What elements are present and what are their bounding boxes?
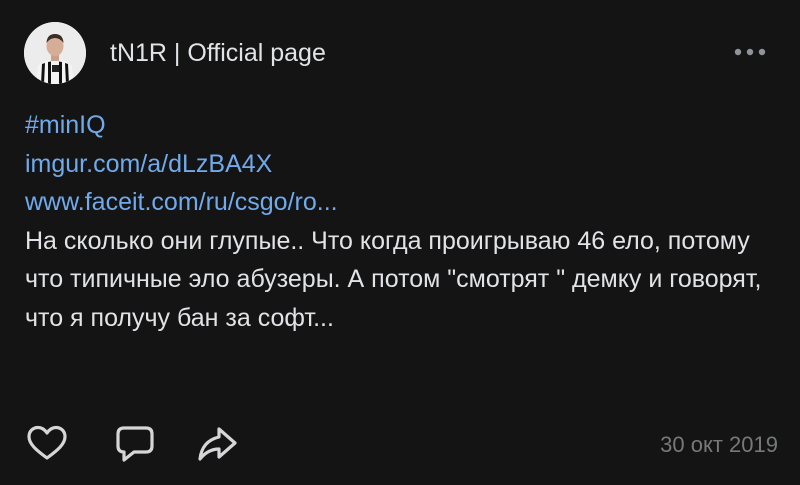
post-card: tN1R | Official page #minIQ imgur.com/a/… bbox=[0, 0, 800, 485]
share-icon[interactable] bbox=[196, 424, 238, 464]
hashtag-link[interactable]: #minIQ bbox=[25, 106, 765, 145]
author-name[interactable]: tN1R | Official page bbox=[110, 38, 326, 68]
post-text: #minIQ imgur.com/a/dLzBA4X www.faceit.co… bbox=[25, 106, 765, 337]
faceit-link[interactable]: www.faceit.com/ru/csgo/ro... bbox=[25, 183, 765, 222]
comment-icon[interactable] bbox=[114, 424, 156, 464]
post-date: 30 окт 2019 bbox=[660, 432, 778, 457]
avatar-image bbox=[24, 22, 86, 84]
heart-icon[interactable] bbox=[26, 424, 68, 464]
post-message: На сколько они глупые.. Что когда проигр… bbox=[25, 226, 762, 332]
imgur-link[interactable]: imgur.com/a/dLzBA4X bbox=[25, 145, 765, 184]
author-avatar[interactable] bbox=[24, 22, 86, 84]
more-horizontal-icon[interactable] bbox=[733, 44, 767, 60]
